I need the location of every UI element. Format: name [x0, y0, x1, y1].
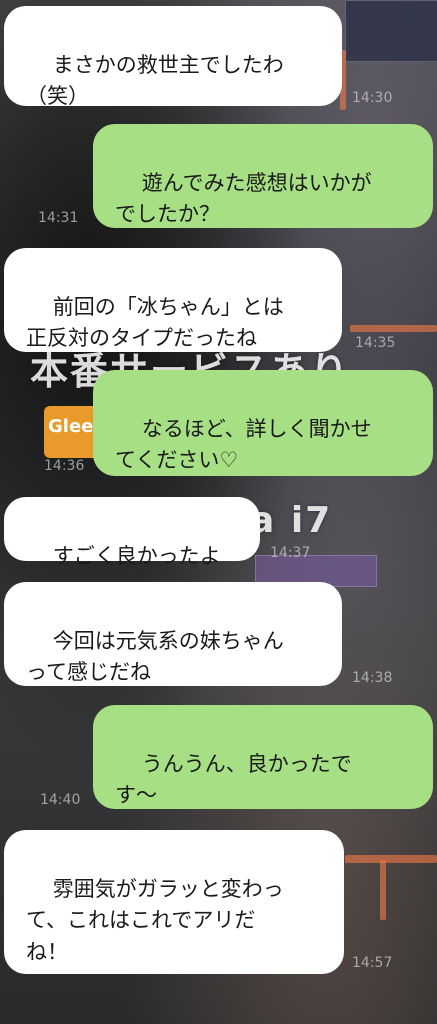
message-bubble-received: まさかの救世主でしたわ （笑）: [4, 6, 342, 109]
message-text: 雰囲気がガラッと変わっ て、これはこれでアリだ ね！: [26, 876, 284, 964]
message-text: うんうん、良かったで す～: [115, 751, 352, 808]
message-timestamp: 14:40: [40, 792, 81, 808]
message-timestamp: 14:36: [44, 458, 85, 474]
message-timestamp: 14:31: [38, 210, 79, 226]
chat-thread[interactable]: まさかの救世主でしたわ （笑） 14:30 遊んでみた感想はいかが でしたか？ …: [0, 0, 437, 1024]
message-bubble-sent: うんうん、良かったで す～: [93, 705, 433, 809]
message-text: 遊んでみた感想はいかが でしたか？: [115, 170, 372, 227]
message-bubble-received: 前回の「冰ちゃん」とは 正反対のタイプだったね: [4, 248, 342, 352]
message-text: すごく良かったよ: [52, 543, 221, 568]
message-text: なるほど、詳しく聞かせ てください♡: [115, 416, 372, 473]
message-bubble-received: 雰囲気がガラッと変わっ て、これはこれでアリだ ね！: [4, 830, 344, 974]
message-bubble-received: 今回は元気系の妹ちゃん って感じだね: [4, 582, 342, 686]
message-text: 前回の「冰ちゃん」とは 正反対のタイプだったね: [26, 294, 284, 351]
message-timestamp: 14:38: [352, 670, 393, 686]
message-text: まさかの救世主でしたわ （笑）: [26, 52, 284, 109]
message-bubble-sent: なるほど、詳しく聞かせ てください♡: [93, 370, 433, 476]
message-timestamp: 14:35: [355, 335, 396, 351]
message-bubble-sent: 遊んでみた感想はいかが でしたか？: [93, 124, 433, 228]
message-text: 今回は元気系の妹ちゃん って感じだね: [26, 628, 284, 685]
message-timestamp: 14:30: [352, 90, 393, 106]
message-timestamp: 14:57: [352, 955, 393, 971]
message-bubble-received: すごく良かったよ: [4, 497, 260, 568]
message-timestamp: 14:37: [270, 545, 311, 561]
